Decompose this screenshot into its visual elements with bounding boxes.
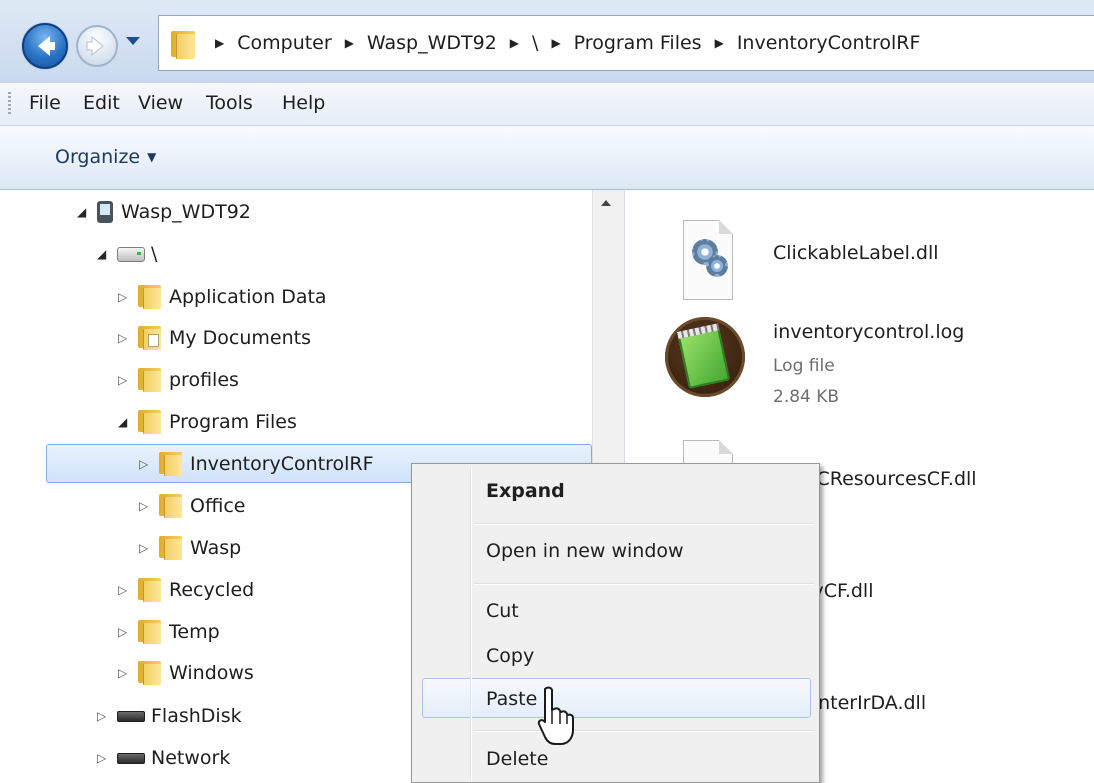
breadcrumb-item-root[interactable]: ▶ \ [497,32,539,54]
file-name[interactable]: inventorycontrol.log [773,321,964,343]
tree-item-office[interactable]: ▷ Office [139,486,245,526]
menu-help[interactable]: Help [282,92,325,114]
menu-item-paste[interactable]: Paste [486,688,537,710]
collapsed-arrow-icon[interactable]: ▷ [97,709,113,723]
network-drive-icon [117,752,145,764]
folder-icon [159,536,182,560]
collapsed-arrow-icon[interactable]: ▷ [139,457,155,471]
tree-item-temp[interactable]: ▷ Temp [118,612,220,652]
folder-icon [159,494,182,518]
forward-arrow-icon [86,35,104,57]
organize-button[interactable]: Organize ▼ [55,146,156,168]
tree-item-inventorycontrolrf[interactable]: ▷ InventoryControlRF [139,444,374,484]
notepad-icon [665,317,745,397]
menu-gutter [470,466,471,782]
mobile-device-icon [97,201,113,223]
menu-bar: File Edit View Tools Help [0,82,1094,126]
hand-cursor-icon [537,686,574,745]
collapsed-arrow-icon[interactable]: ▷ [118,583,134,597]
tree-item-network[interactable]: ▷ Network [97,738,230,778]
tree-item-wasp[interactable]: ▷ Wasp [139,528,241,568]
menu-edit[interactable]: Edit [83,92,120,114]
tree-item-flashdisk[interactable]: ▷ FlashDisk [97,696,242,736]
back-button[interactable] [22,23,68,69]
tree-item-application-data[interactable]: ▷ Application Data [118,277,327,317]
tree-item-root[interactable]: ◢ \ [97,234,157,274]
folder-icon [138,285,161,309]
address-area: ▶ Computer ▶ Wasp_WDT92 ▶ \ ▶ Program Files … [0,0,1094,82]
command-bar: Organize ▼ [0,126,1094,190]
breadcrumb-item-program-files[interactable]: ▶ Program Files [538,32,701,54]
removable-drive-icon [117,710,145,722]
collapsed-arrow-icon[interactable]: ▷ [118,331,134,345]
folder-icon [159,452,182,476]
chevron-down-icon: ▼ [147,150,157,164]
chevron-right-icon[interactable]: ▶ [345,36,354,50]
folder-icon [138,368,161,392]
tree-item-recycled[interactable]: ▷ Recycled [118,570,254,610]
folder-icon [138,410,161,434]
tree-item-windows[interactable]: ▷ Windows [118,653,254,693]
menu-tools[interactable]: Tools [206,92,253,114]
breadcrumb-item-device[interactable]: ▶ Wasp_WDT92 [332,32,497,54]
folder-icon [138,620,161,644]
menu-separator [474,583,814,584]
toolbar-grip [8,92,11,116]
collapsed-arrow-icon[interactable]: ▷ [118,290,134,304]
recent-pages-dropdown-icon[interactable] [126,37,140,45]
menu-separator [474,730,814,731]
menu-separator [474,523,814,524]
expanded-arrow-icon[interactable]: ◢ [97,247,113,261]
drive-icon [117,246,145,262]
tree-item-my-documents[interactable]: ▷ My Documents [118,318,311,358]
collapsed-arrow-icon[interactable]: ▷ [118,666,134,680]
menu-highlight [422,678,811,718]
file-name[interactable]: ClickableLabel.dll [773,242,939,264]
file-size: 2.84 KB [773,387,840,407]
organize-label: Organize [55,146,141,168]
folder-icon [171,31,195,59]
menu-item-delete[interactable]: Delete [486,748,548,770]
menu-item-copy[interactable]: Copy [486,645,534,667]
menu-item-expand[interactable]: Expand [486,480,565,502]
collapsed-arrow-icon[interactable]: ▷ [139,541,155,555]
scroll-up-icon[interactable] [601,200,611,206]
breadcrumb-item-inventorycontrolrf[interactable]: ▶ InventoryControlRF [702,32,921,54]
forward-button[interactable] [76,25,118,67]
file-type: Log file [773,356,835,376]
tree-item-device[interactable]: ◢ Wasp_WDT92 [77,192,251,232]
tree-item-program-files[interactable]: ◢ Program Files [118,402,297,442]
chevron-right-icon[interactable]: ▶ [510,36,519,50]
address-bar[interactable]: ▶ Computer ▶ Wasp_WDT92 ▶ \ ▶ Program Files … [158,15,1094,71]
collapsed-arrow-icon[interactable]: ▷ [97,751,113,765]
back-arrow-icon [38,36,55,56]
folder-icon [138,661,161,685]
menu-file[interactable]: File [29,92,61,114]
menu-item-cut[interactable]: Cut [486,600,519,622]
chevron-right-icon[interactable]: ▶ [551,36,560,50]
collapsed-arrow-icon[interactable]: ▷ [118,373,134,387]
expanded-arrow-icon[interactable]: ◢ [118,415,134,429]
tree-item-profiles[interactable]: ▷ profiles [118,360,239,400]
breadcrumb: ▶ Computer ▶ Wasp_WDT92 ▶ \ ▶ Program Files … [211,16,920,70]
collapsed-arrow-icon[interactable]: ▷ [118,625,134,639]
context-menu: Expand Open in new window Cut Copy Paste… [411,463,820,783]
folder-icon [138,578,161,602]
file-name[interactable]: rinterIrDA.dll [805,692,926,714]
menu-item-open-new-window[interactable]: Open in new window [486,540,684,562]
file-name[interactable]: PCResourcesCF.dll [805,468,977,490]
dll-icon [683,220,733,300]
collapsed-arrow-icon[interactable]: ▷ [139,499,155,513]
expanded-arrow-icon[interactable]: ◢ [77,205,93,219]
chevron-right-icon[interactable]: ▶ [715,36,724,50]
chevron-right-icon[interactable]: ▶ [215,36,224,50]
documents-folder-icon [138,326,161,350]
breadcrumb-item-computer[interactable]: ▶ Computer [211,32,332,54]
menu-view[interactable]: View [138,92,183,114]
